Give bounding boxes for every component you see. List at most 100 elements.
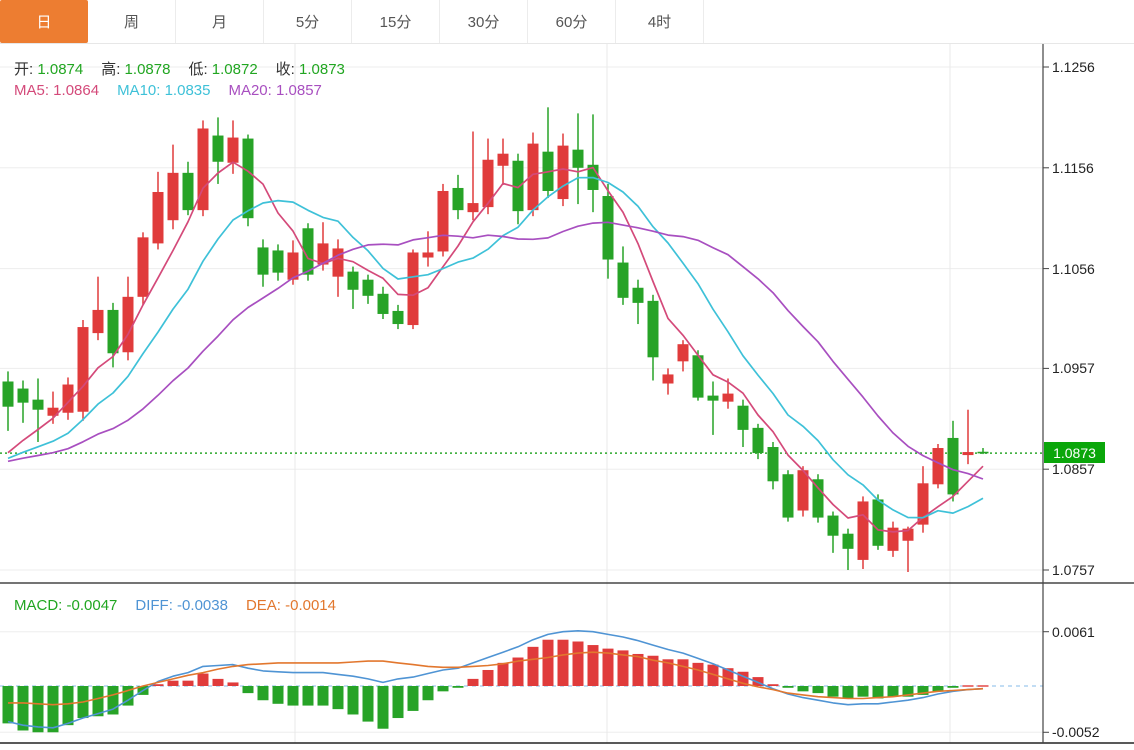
ohlc-item: 高: 1.0878 (101, 61, 170, 78)
macd-bar (468, 679, 479, 686)
candle-body (558, 146, 569, 199)
candle-body (618, 263, 629, 298)
macd-bar (588, 645, 599, 686)
ma-item: MA20: 1.0857 (228, 82, 321, 99)
macd-bar (288, 686, 299, 706)
dea-line (8, 652, 983, 705)
macd-bar (678, 659, 689, 686)
macd-bar (768, 684, 779, 686)
candle-body (633, 288, 644, 303)
candle-body (18, 389, 29, 403)
candle-body (453, 188, 464, 210)
macd-bar (858, 686, 869, 697)
price-tick-label: 1.0757 (1052, 562, 1095, 578)
macd-bar (483, 670, 494, 686)
kline-chart-canvas (0, 0, 1134, 750)
candle-body (753, 428, 764, 453)
ohlc-item: 低: 1.0872 (188, 61, 257, 78)
candle-body (738, 406, 749, 430)
tab-月[interactable]: 月 (176, 0, 264, 43)
tab-日[interactable]: 日 (0, 0, 88, 43)
candle-body (333, 248, 344, 276)
tab-4时[interactable]: 4时 (616, 0, 704, 43)
candle-body (963, 452, 974, 455)
candle-body (858, 501, 869, 559)
candle-body (213, 136, 224, 162)
macd-bar (633, 654, 644, 686)
ohlc-item: 开: 1.0874 (14, 61, 83, 78)
macd-tick-label: -0.0052 (1052, 724, 1099, 740)
candle-body (228, 138, 239, 163)
macd-bar (228, 682, 239, 686)
macd-bar (693, 663, 704, 686)
macd-bar (528, 647, 539, 686)
candle-body (723, 394, 734, 402)
candle-body (33, 400, 44, 410)
candlestick-layer (3, 107, 989, 572)
macd-bar (423, 686, 434, 700)
macd-legend: MACD: -0.0047DIFF: -0.0038DEA: -0.0014 (14, 597, 354, 614)
candle-body (828, 516, 839, 536)
macd-bar (243, 686, 254, 693)
candle-body (108, 310, 119, 353)
price-tick-label: 1.1256 (1052, 59, 1095, 75)
macd-bar (573, 642, 584, 687)
macd-bar (813, 686, 824, 693)
macd-bar (393, 686, 404, 718)
macd-bar (438, 686, 449, 691)
macd-bar (363, 686, 374, 722)
macd-bar (213, 679, 224, 686)
candle-body (153, 192, 164, 243)
macd-bar (303, 686, 314, 706)
ohlc-item: 收: 1.0873 (276, 61, 345, 78)
macd-bar (348, 686, 359, 714)
candle-body (363, 280, 374, 296)
candle-body (408, 252, 419, 325)
macd-bar (333, 686, 344, 709)
ma20-line (8, 222, 983, 479)
candle-body (273, 250, 284, 272)
candle-body (708, 396, 719, 401)
macd-bar (168, 681, 179, 686)
macd-item: DIFF: -0.0038 (135, 597, 228, 614)
macd-bar (408, 686, 419, 711)
candle-body (843, 534, 854, 549)
price-tick-label: 1.1156 (1052, 160, 1094, 176)
candle-body (348, 272, 359, 290)
tab-60分[interactable]: 60分 (528, 0, 616, 43)
tab-30分[interactable]: 30分 (440, 0, 528, 43)
tab-5分[interactable]: 5分 (264, 0, 352, 43)
candle-body (123, 297, 134, 352)
macd-bar (948, 686, 959, 688)
candle-body (978, 452, 989, 454)
candle-body (648, 301, 659, 357)
candle-body (393, 311, 404, 324)
kline-app: 日周月5分15分30分60分4时 开: 1.0874 高: 1.0878 低: 1.… (0, 0, 1134, 750)
macd-bar (198, 674, 209, 686)
candle-body (813, 479, 824, 517)
macd-bar (783, 686, 794, 688)
candle-body (483, 160, 494, 207)
candle-body (603, 196, 614, 260)
macd-bar (543, 640, 554, 686)
macd-bar (888, 686, 899, 697)
candle-body (678, 344, 689, 361)
macd-bar (318, 686, 329, 706)
macd-bar (378, 686, 389, 729)
ma-item: MA5: 1.0864 (14, 82, 99, 99)
macd-item: DEA: -0.0014 (246, 597, 336, 614)
macd-bar (843, 686, 854, 698)
macd-bar (498, 663, 509, 686)
macd-tick-label: 0.0061 (1052, 624, 1095, 640)
candle-body (258, 247, 269, 274)
ohlc-legend: 开: 1.0874 高: 1.0878 低: 1.0872 收: 1.0873 (14, 58, 363, 79)
candle-body (378, 294, 389, 314)
macd-bar (183, 681, 194, 686)
tab-15分[interactable]: 15分 (352, 0, 440, 43)
tab-周[interactable]: 周 (88, 0, 176, 43)
current-price-badge: 1.0873 (1044, 442, 1105, 463)
diff-line (8, 631, 983, 728)
macd-bar (828, 686, 839, 697)
macd-bar (963, 685, 974, 686)
candle-body (798, 470, 809, 510)
